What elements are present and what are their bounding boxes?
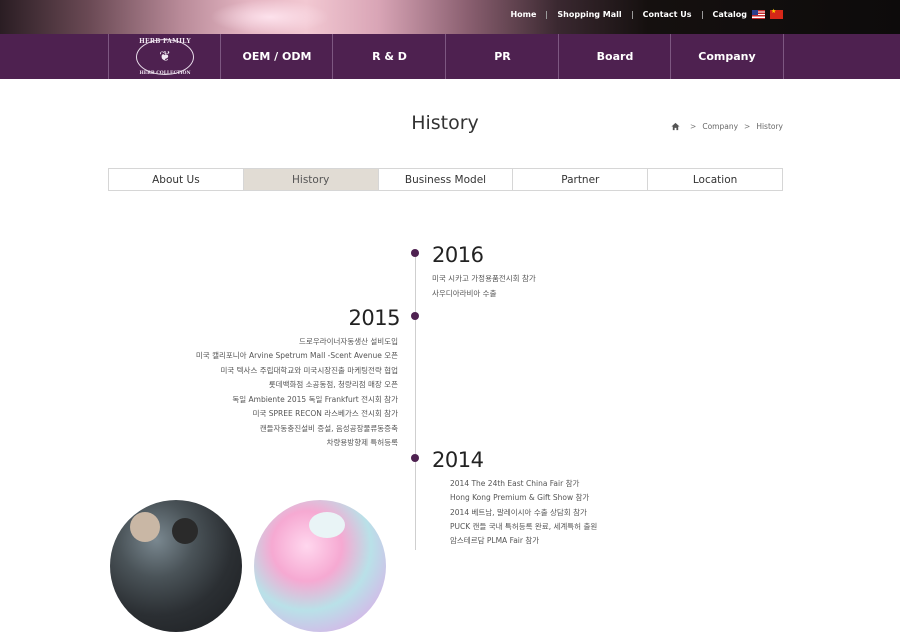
- leaf-icon: ❦: [159, 48, 171, 65]
- history-item: 암스테르담 PLMA Fair 참가: [450, 536, 540, 545]
- timeline-dot-2014: [411, 454, 419, 462]
- nav-item-pr[interactable]: PR: [445, 34, 559, 79]
- timeline-dot-2016: [411, 249, 419, 257]
- tab-history[interactable]: History: [242, 169, 378, 190]
- us-flag-icon[interactable]: [752, 10, 765, 19]
- history-item: 드로우라이너자동생산 설비도입: [299, 337, 398, 346]
- history-item: 미국 시카고 가정용품전시회 참가: [432, 274, 536, 283]
- banner-highlight: [210, 0, 330, 34]
- top-banner: Home Shopping Mall Contact Us Catalog: [0, 0, 900, 34]
- breadcrumb-history: History: [756, 122, 783, 131]
- logo-bottom-text: HERB COLLECTION: [139, 70, 191, 76]
- history-item: 2014 베트남, 말레이시아 수출 상담회 참가: [450, 508, 587, 517]
- catalog-link[interactable]: Catalog: [713, 10, 747, 19]
- year-2016: 2016: [432, 243, 484, 267]
- shopping-mall-link[interactable]: Shopping Mall: [557, 10, 621, 19]
- history-item: Hong Kong Premium & Gift Show 참가: [450, 493, 590, 502]
- photo-highlight: [309, 512, 345, 538]
- breadcrumb-company[interactable]: Company: [702, 122, 738, 131]
- nav-item-board[interactable]: Board: [558, 34, 671, 79]
- photo-figure: [172, 518, 198, 544]
- history-item: 캔들자동충진설비 증설, 음성공장물류동증축: [259, 424, 398, 433]
- logo-top-text: HERB FAMILY: [139, 37, 191, 45]
- home-link[interactable]: Home: [510, 10, 536, 19]
- history-item: 미국 캘리포니아 Arvine Spetrum Mall -Scent Aven…: [195, 351, 398, 360]
- herb-family-logo: HERB FAMILY ❦ HERB COLLECTION: [136, 37, 194, 76]
- main-nav: HERB FAMILY ❦ HERB COLLECTION OEM / ODM …: [0, 34, 900, 79]
- nav-item-oem-odm[interactable]: OEM / ODM: [220, 34, 333, 79]
- logo-link[interactable]: HERB FAMILY ❦ HERB COLLECTION: [108, 34, 221, 79]
- breadcrumb: > Company > History: [671, 122, 783, 131]
- tab-partner[interactable]: Partner: [512, 169, 647, 190]
- history-item: 차량용방향제 특허등록: [326, 438, 398, 447]
- timeline-line: [415, 250, 416, 550]
- year-2015: 2015: [348, 306, 401, 330]
- nav-item-rnd[interactable]: R & D: [332, 34, 446, 79]
- divider: [546, 10, 548, 19]
- home-icon[interactable]: [671, 122, 680, 131]
- history-item: 롯데백화점 소공동점, 청량리점 매장 오픈: [268, 380, 398, 389]
- tab-business-model[interactable]: Business Model: [377, 169, 513, 190]
- history-item: 독일 Ambiente 2015 독일 Frankfurt 전시회 참가: [232, 395, 398, 404]
- history-item: 2014 The 24th East China Fair 참가: [450, 479, 580, 488]
- history-item: 사우디아라비아 수출: [432, 289, 497, 298]
- company-subtabs: About Us History Business Model Partner …: [108, 168, 783, 191]
- nav-item-company[interactable]: Company: [670, 34, 784, 79]
- china-flag-icon[interactable]: [770, 8, 783, 19]
- timeline-dot-2015: [411, 312, 419, 320]
- divider: [631, 10, 633, 19]
- tab-about-us[interactable]: About Us: [109, 169, 243, 190]
- exhibition-photo: [110, 500, 242, 632]
- divider: [701, 10, 703, 19]
- breadcrumb-separator: >: [744, 122, 751, 131]
- year-2014: 2014: [432, 448, 484, 472]
- contact-us-link[interactable]: Contact Us: [643, 10, 692, 19]
- history-item: 미국 텍사스 주립대학교와 미국시장진출 마케팅전략 협업: [220, 366, 398, 375]
- candle-product-photo: [254, 500, 386, 632]
- tab-location[interactable]: Location: [647, 169, 782, 190]
- breadcrumb-separator: >: [690, 122, 697, 131]
- photo-figure: [130, 512, 160, 542]
- history-item: PUCK 캔들 국내 특허등록 완료, 세계특허 출원: [450, 522, 598, 531]
- utility-links: Home Shopping Mall Contact Us Catalog: [510, 8, 783, 19]
- history-item: 미국 SPREE RECON 라스베가스 전시회 참가: [252, 409, 398, 418]
